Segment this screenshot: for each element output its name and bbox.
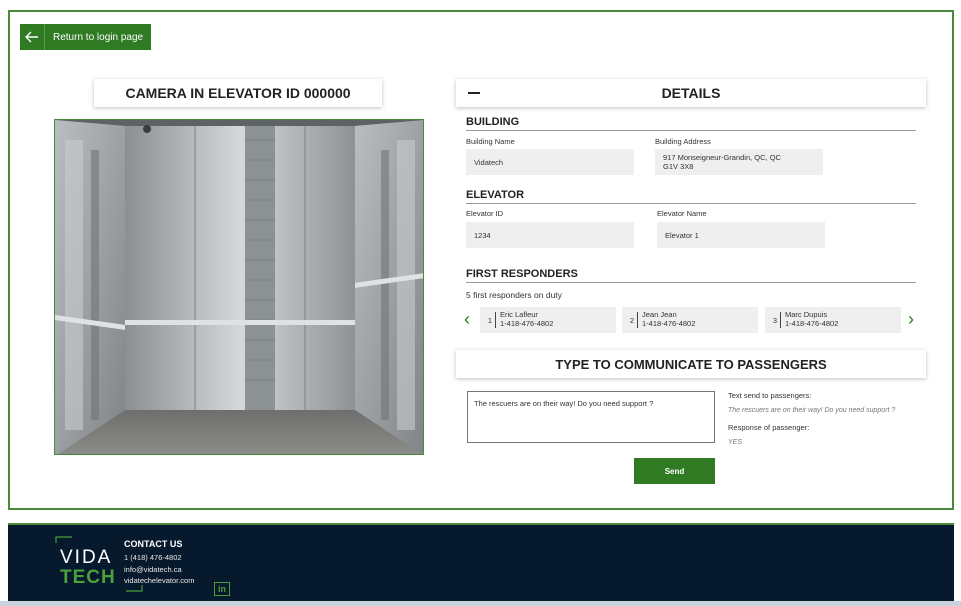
responder-card: 3 Marc Dupuis 1-418-476-4802 (765, 307, 901, 333)
contact-block: CONTACT US 1 (418) 476-4802 info@vidatec… (124, 539, 194, 587)
svg-text:TECH: TECH (60, 567, 116, 588)
address-line-1: 917 Monseigneur-Grandin, QC, QC (663, 153, 781, 162)
camera-title: CAMERA IN ELEVATOR ID 000000 (94, 79, 382, 107)
bottom-strip (0, 601, 961, 606)
responder-phone: 1-418-476-4802 (642, 319, 696, 328)
details-header[interactable]: DETAILS (456, 79, 926, 107)
first-responders-heading: FIRST RESPONDERS (466, 268, 916, 283)
svg-text:VIDA: VIDA (60, 547, 112, 568)
building-name-field: Vidatech (466, 149, 634, 175)
responder-number: 1 (487, 315, 492, 325)
sent-text-value: The rescuers are on their way! Do you ne… (728, 407, 896, 414)
contact-website[interactable]: vidatechelevator.com (124, 575, 194, 587)
elevator-heading: ELEVATOR (466, 189, 916, 204)
building-address-field: 917 Monseigneur-Grandin, QC, QC G1V 3X8 (655, 149, 823, 175)
chevron-right-icon[interactable]: › (908, 310, 914, 328)
chevron-left-icon[interactable]: ‹ (464, 310, 470, 328)
linkedin-icon[interactable]: in (214, 582, 230, 596)
contact-heading: CONTACT US (124, 539, 183, 549)
elevator-name-field: Elevator 1 (657, 222, 825, 248)
details-title: DETAILS (661, 85, 721, 101)
responder-phone: 1-418-476-4802 (500, 319, 554, 328)
divider (780, 312, 781, 328)
responder-info: Eric Lafleur 1-418-476-4802 (500, 311, 553, 328)
building-heading: BUILDING (466, 116, 916, 131)
send-button[interactable]: Send (634, 458, 715, 484)
address-line-2: G1V 3X8 (663, 162, 694, 171)
building-name-label: Building Name (466, 137, 515, 146)
elevator-id-field: 1234 (466, 222, 634, 248)
elevator-id-label: Elevator ID (466, 209, 504, 218)
divider (637, 312, 638, 328)
message-input[interactable]: The rescuers are on their way! Do you ne… (467, 391, 715, 443)
responder-info: Marc Dupuis 1-418-476-4802 (785, 311, 838, 328)
building-address-label: Building Address (655, 137, 711, 146)
responder-card: 2 Jean Jean 1-418-476-4802 (622, 307, 758, 333)
passenger-response-value: YES (728, 439, 743, 446)
contact-email[interactable]: info@vidatech.ca (124, 564, 194, 576)
return-to-login-button[interactable]: Return to login page (44, 24, 152, 50)
responder-card: 1 Eric Lafleur 1-418-476-4802 (480, 307, 616, 333)
responder-number: 2 (629, 315, 634, 325)
passenger-response-label: Response of passenger: (728, 423, 810, 432)
contact-phone[interactable]: 1 (418) 476-4802 (124, 552, 194, 564)
back-nav[interactable]: Return to login page (20, 24, 152, 50)
responder-info: Jean Jean 1-418-476-4802 (642, 311, 695, 328)
elevator-name-label: Elevator Name (657, 209, 707, 218)
responders-count: 5 first responders on duty (466, 290, 562, 300)
responder-phone: 1-418-476-4802 (785, 319, 839, 328)
footer: VIDA TECH CONTACT US 1 (418) 476-4802 in… (8, 523, 954, 601)
collapse-minus-icon[interactable] (468, 92, 480, 94)
divider (495, 312, 496, 328)
responder-number: 3 (772, 315, 777, 325)
communicate-title: TYPE TO COMMUNICATE TO PASSENGERS (456, 350, 926, 378)
back-arrow-icon[interactable] (20, 24, 44, 50)
elevator-camera-feed (54, 119, 424, 455)
sent-text-label: Text send to passengers: (728, 391, 812, 400)
